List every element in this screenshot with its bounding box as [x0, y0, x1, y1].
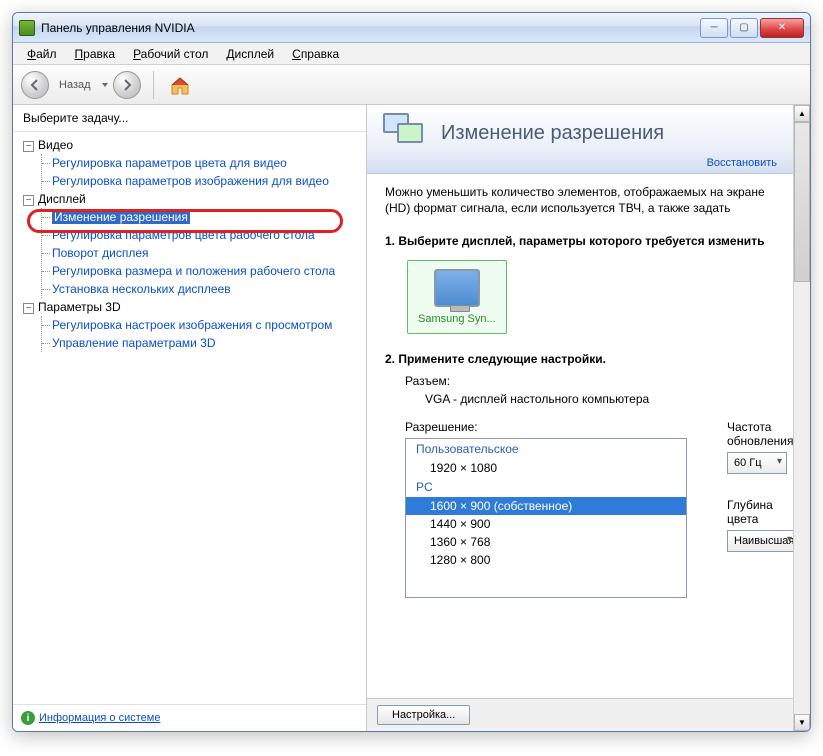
- collapse-icon[interactable]: −: [23, 141, 34, 152]
- scroll-up-button[interactable]: ▲: [794, 105, 810, 122]
- res-option[interactable]: 1360 × 768: [406, 533, 686, 551]
- display-thumbnail[interactable]: Samsung Syn...: [407, 260, 507, 334]
- tree-item-video-image[interactable]: Регулировка параметров изображения для в…: [42, 172, 364, 190]
- nvidia-icon: [19, 20, 35, 36]
- content-header: Изменение разрешения Восстановить: [367, 105, 793, 174]
- res-option-selected[interactable]: 1600 × 900 (собственное): [406, 497, 686, 515]
- refresh-label: Частота обновления: [727, 420, 793, 448]
- settings-button[interactable]: Настройка...: [377, 705, 470, 725]
- description-text: Можно уменьшить количество элементов, от…: [385, 184, 793, 216]
- collapse-icon[interactable]: −: [23, 303, 34, 314]
- tree-cat-display[interactable]: −Дисплей Изменение разрешения Регулировк…: [23, 190, 364, 298]
- menu-file[interactable]: ФФайлайл: [19, 45, 65, 63]
- toolbar: Назад: [13, 65, 810, 105]
- tree-item-video-color[interactable]: Регулировка параметров цвета для видео: [42, 154, 364, 172]
- task-tree: −Видео Регулировка параметров цвета для …: [13, 131, 366, 704]
- content-body: Можно уменьшить количество элементов, от…: [367, 174, 793, 731]
- tree-item-multiple-displays[interactable]: Установка нескольких дисплеев: [42, 280, 364, 298]
- window-frame: Панель управления NVIDIA ─ ▢ ✕ ФФайлайл …: [12, 12, 811, 732]
- content-footer: Настройка...: [367, 698, 793, 731]
- back-arrow-icon: [28, 78, 42, 92]
- restore-defaults-link[interactable]: Восстановить: [707, 157, 777, 169]
- back-button[interactable]: [21, 71, 49, 99]
- step2-label: 2. Примените следующие настройки.: [385, 352, 793, 366]
- menu-bar: ФФайлайл Правка Рабочий стол Дисплей Спр…: [13, 43, 810, 65]
- tree-item-rotate-display[interactable]: Поворот дисплея: [42, 244, 364, 262]
- tree-item-3d-preview[interactable]: Регулировка настроек изображения с просм…: [42, 316, 364, 334]
- res-option[interactable]: 1920 × 1080: [406, 459, 686, 477]
- tree-item-change-resolution[interactable]: Изменение разрешения: [42, 208, 364, 226]
- info-icon: i: [21, 711, 35, 725]
- content-pane: Изменение разрешения Восстановить Можно …: [367, 105, 793, 731]
- menu-help[interactable]: Справка: [284, 45, 347, 63]
- maximize-button[interactable]: ▢: [730, 18, 758, 38]
- res-option[interactable]: 1440 × 900: [406, 515, 686, 533]
- forward-button[interactable]: [113, 71, 141, 99]
- forward-arrow-icon: [120, 78, 134, 92]
- scroll-thumb[interactable]: [794, 122, 810, 282]
- minimize-button[interactable]: ─: [700, 18, 728, 38]
- connector-value: VGA - дисплей настольного компьютера: [425, 392, 793, 406]
- refresh-combo[interactable]: 60 Гц: [727, 452, 787, 474]
- menu-display[interactable]: Дисплей: [218, 45, 282, 63]
- choose-task-label: Выберите задачу...: [13, 105, 366, 131]
- depth-combo[interactable]: Наивысшая: [727, 530, 793, 552]
- home-button[interactable]: [166, 71, 194, 99]
- toolbar-separator: [153, 71, 154, 99]
- page-title: Изменение разрешения: [441, 122, 664, 145]
- titlebar[interactable]: Панель управления NVIDIA ─ ▢ ✕: [13, 13, 810, 43]
- sidebar: Выберите задачу... −Видео Регулировка па…: [13, 105, 367, 731]
- resolution-header-icon: [383, 113, 431, 153]
- step1-label: 1. Выберите дисплей, параметры которого …: [385, 234, 793, 248]
- window-title: Панель управления NVIDIA: [41, 21, 700, 35]
- tree-cat-video[interactable]: −Видео Регулировка параметров цвета для …: [23, 136, 364, 190]
- back-label: Назад: [59, 79, 91, 91]
- scroll-track[interactable]: [794, 282, 810, 714]
- resolution-label: Разрешение:: [405, 420, 687, 434]
- home-icon: [169, 74, 191, 96]
- vertical-scrollbar[interactable]: ▲ ▼: [793, 105, 810, 731]
- dropdown-icon[interactable]: [101, 81, 109, 89]
- res-group-custom: Пользовательское: [406, 439, 686, 459]
- res-group-pc: PC: [406, 477, 686, 497]
- system-info-link[interactable]: i Информация о системе: [13, 704, 366, 731]
- resolution-listbox[interactable]: Пользовательское 1920 × 1080 PC 1600 × 9…: [405, 438, 687, 598]
- scroll-down-button[interactable]: ▼: [794, 714, 810, 731]
- close-button[interactable]: ✕: [760, 18, 804, 38]
- tree-item-desktop-size-pos[interactable]: Регулировка размера и положения рабочего…: [42, 262, 364, 280]
- tree-item-3d-manage[interactable]: Управление параметрами 3D: [42, 334, 364, 352]
- tree-cat-3d[interactable]: −Параметры 3D Регулировка настроек изобр…: [23, 298, 364, 352]
- depth-label: Глубина цвета: [727, 498, 793, 526]
- display-name: Samsung Syn...: [418, 313, 496, 325]
- res-option[interactable]: 1280 × 800: [406, 551, 686, 569]
- tree-item-desktop-color[interactable]: Регулировка параметров цвета рабочего ст…: [42, 226, 364, 244]
- menu-edit[interactable]: Правка: [67, 45, 124, 63]
- monitor-icon: [434, 269, 480, 307]
- collapse-icon[interactable]: −: [23, 195, 34, 206]
- menu-desktop[interactable]: Рабочий стол: [125, 45, 216, 63]
- connector-label: Разъем:: [405, 374, 793, 388]
